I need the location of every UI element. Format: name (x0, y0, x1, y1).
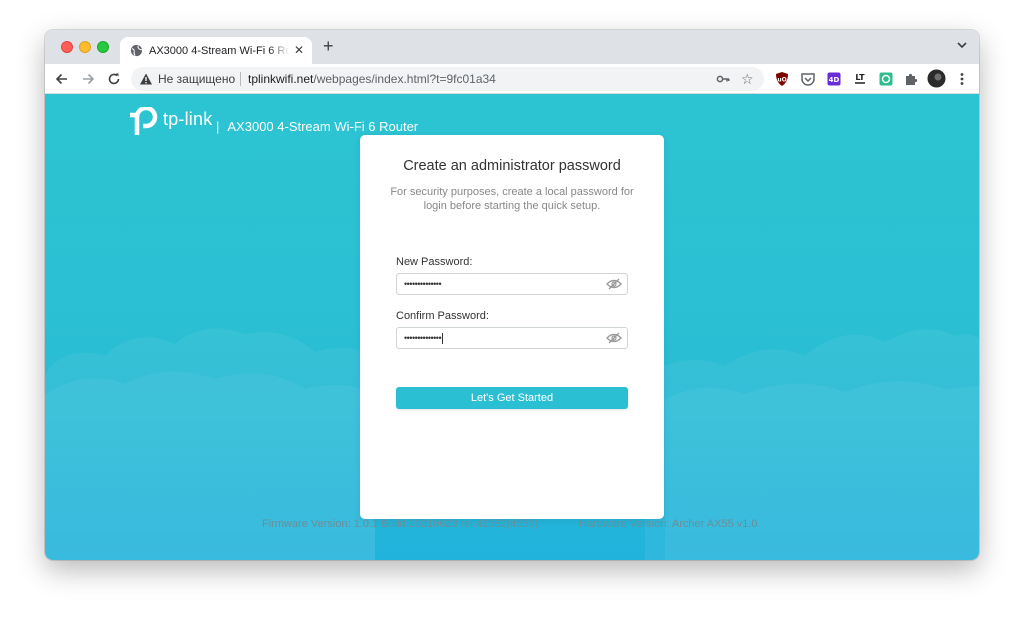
back-arrow-icon[interactable] (54, 71, 70, 87)
address-bar[interactable]: Не защищено tplinkwifi.net/webpages/inde… (131, 67, 764, 91)
profile-avatar[interactable] (927, 69, 946, 88)
product-title: | AX3000 4-Stream Wi-Fi 6 Router (216, 119, 419, 134)
globe-icon (130, 44, 143, 57)
menu-dots-icon[interactable] (954, 71, 970, 87)
new-password-value: •••••••••••••• (404, 279, 442, 289)
close-window-button[interactable] (61, 41, 73, 53)
browser-window: AX3000 4-Stream Wi-Fi 6 Router ✕ + Не за (45, 30, 979, 560)
hardware-version: Hardware Version: Archer AX55 v1.0 (579, 518, 758, 530)
ublock-icon[interactable]: uO (774, 71, 790, 87)
tab-bar: AX3000 4-Stream Wi-Fi 6 Router ✕ + (45, 30, 979, 64)
chevron-down-icon[interactable] (955, 38, 969, 52)
get-started-button[interactable]: Let's Get Started (396, 387, 628, 409)
extension-purple-icon[interactable]: 4D (826, 71, 842, 87)
maximize-window-button[interactable] (97, 41, 109, 53)
confirm-password-label: Confirm Password: (396, 310, 489, 322)
eye-off-icon[interactable] (606, 332, 622, 344)
svg-text:uO: uO (777, 77, 786, 84)
puzzle-icon[interactable] (903, 71, 919, 87)
browser-tab[interactable]: AX3000 4-Stream Wi-Fi 6 Router ✕ (120, 37, 312, 64)
confirm-password-input[interactable]: •••••••••••••• (396, 327, 628, 349)
new-password-label: New Password: (396, 256, 473, 268)
text-cursor (442, 333, 444, 345)
minimize-window-button[interactable] (79, 41, 91, 53)
reload-icon[interactable] (106, 71, 122, 87)
security-status[interactable]: Не защищено (158, 72, 235, 86)
url-text[interactable]: tplinkwifi.net/webpages/index.html?t=9fc… (248, 72, 496, 86)
card-description: For security purposes, create a local pa… (390, 186, 634, 212)
warning-icon[interactable] (139, 72, 153, 86)
eye-off-icon[interactable] (606, 278, 622, 290)
card-title: Create an administrator password (403, 158, 621, 174)
brand-logo-text: tp-link (163, 109, 213, 129)
extension-green-icon[interactable] (878, 71, 894, 87)
browser-toolbar: Не защищено tplinkwifi.net/webpages/inde… (45, 64, 979, 94)
tab-close-button[interactable]: ✕ (294, 43, 304, 58)
pocket-icon[interactable] (800, 71, 816, 87)
svg-text:4D: 4D (829, 76, 840, 84)
tp-link-logo (130, 107, 158, 135)
password-setup-card: Create an administrator password For sec… (360, 135, 664, 519)
svg-text:LT: LT (855, 73, 865, 82)
key-icon[interactable] (716, 72, 730, 86)
tab-title: AX3000 4-Stream Wi-Fi 6 Router (149, 45, 289, 57)
new-password-input[interactable]: •••••••••••••• (396, 273, 628, 295)
confirm-password-value: •••••••••••••• (404, 333, 442, 343)
bookmark-star-icon[interactable]: ☆ (741, 71, 754, 87)
forward-arrow-icon[interactable] (80, 71, 96, 87)
translate-icon[interactable]: LT (852, 71, 868, 87)
router-setup-page: tp-link | AX3000 4-Stream Wi-Fi 6 Router … (45, 94, 979, 560)
new-tab-button[interactable]: + (323, 36, 334, 56)
firmware-version: Firmware Version: 1.0.1 Build 20210623 r… (262, 518, 539, 530)
